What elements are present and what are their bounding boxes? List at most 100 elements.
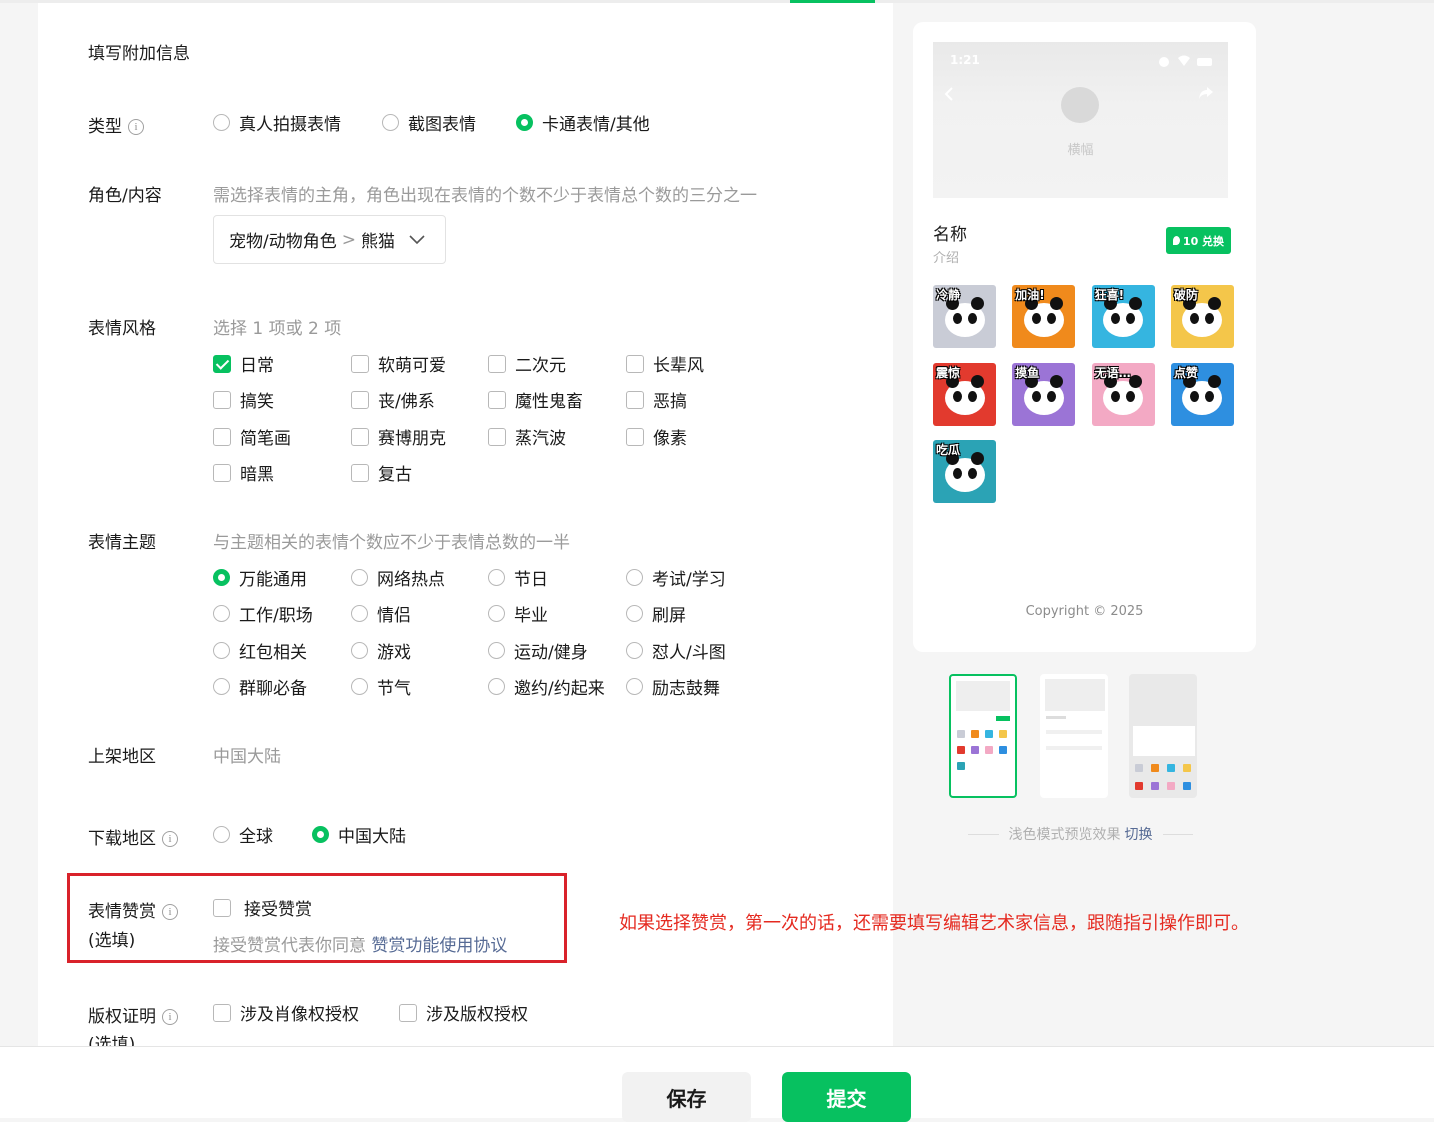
- sticker-label: 狂喜!: [1094, 288, 1125, 302]
- style-option[interactable]: 长辈风: [626, 351, 704, 376]
- theme-option[interactable]: 节气: [351, 674, 411, 699]
- thumb-light-mode[interactable]: [949, 674, 1017, 798]
- radio-icon: [488, 678, 505, 695]
- panda-icon: [1182, 297, 1223, 338]
- style-option[interactable]: 搞笑: [213, 387, 274, 412]
- type-option-screenshot[interactable]: 截图表情: [382, 110, 476, 135]
- share-icon: [1199, 87, 1213, 99]
- panda-eye: [1031, 390, 1041, 402]
- save-button[interactable]: 保存: [622, 1072, 751, 1122]
- thumb-sticker: [985, 746, 993, 754]
- theme-option[interactable]: 情侣: [351, 601, 411, 626]
- theme-option[interactable]: 节日: [488, 565, 548, 590]
- mode-switch-link[interactable]: 切换: [1125, 824, 1153, 844]
- chevron-right-icon: >: [341, 229, 356, 250]
- thumb-sticker: [957, 746, 965, 754]
- sticker-item[interactable]: 加油!: [1012, 285, 1076, 348]
- theme-option[interactable]: 游戏: [351, 638, 411, 663]
- theme-option[interactable]: 励志鼓舞: [626, 674, 720, 699]
- checkbox-icon: [626, 354, 644, 373]
- info-icon[interactable]: i: [162, 1009, 178, 1025]
- sticker-item[interactable]: 狂喜!: [1091, 285, 1155, 348]
- drop-icon: [1172, 236, 1180, 245]
- checkbox-icon: [351, 463, 369, 482]
- info-icon[interactable]: i: [128, 119, 144, 135]
- theme-option[interactable]: 群聊必备: [213, 674, 307, 699]
- style-option[interactable]: 暗黑: [213, 460, 274, 485]
- theme-option[interactable]: 毕业: [488, 601, 548, 626]
- checkbox-icon: [626, 427, 644, 446]
- radio-icon: [351, 605, 368, 622]
- sticker-item[interactable]: 摸鱼: [1012, 362, 1076, 426]
- copyright-portrait-checkbox[interactable]: 涉及肖像权授权: [213, 1000, 359, 1025]
- radio-icon: [626, 605, 643, 622]
- banner-placeholder-text: 横幅: [1067, 143, 1094, 158]
- theme-option[interactable]: 运动/健身: [488, 638, 588, 663]
- download-option-mainland[interactable]: 中国大陆: [312, 822, 406, 847]
- theme-option[interactable]: 怼人/斗图: [626, 638, 726, 663]
- theme-option[interactable]: 网络热点: [351, 565, 445, 590]
- sticker-item[interactable]: 破防: [1170, 285, 1234, 348]
- annotation-text: 如果选择赞赏，第一次的话，还需要填写编辑艺术家信息，跟随指引操作即可。: [619, 913, 1249, 934]
- style-option[interactable]: 蒸汽波: [488, 424, 566, 449]
- section-title: 填写附加信息: [88, 44, 190, 64]
- theme-option[interactable]: 万能通用: [213, 565, 307, 590]
- panda-icon: [1023, 374, 1064, 415]
- sticker-item[interactable]: 冷静: [933, 285, 996, 348]
- checkbox-icon: [488, 427, 506, 446]
- style-option[interactable]: 简笔画: [213, 424, 291, 449]
- sticker-label: 震惊: [936, 365, 961, 380]
- panda-eye: [1205, 313, 1215, 325]
- copyright-label: 版权证明 i: [88, 1002, 178, 1027]
- thumb-detail-mode[interactable]: [1040, 674, 1108, 798]
- style-option[interactable]: 赛博朋克: [351, 424, 446, 449]
- theme-option[interactable]: 工作/职场: [213, 601, 313, 626]
- divider: [1162, 833, 1193, 835]
- sticker-item[interactable]: 点赞: [1170, 362, 1234, 426]
- download-option-global[interactable]: 全球: [213, 822, 273, 847]
- copyright-license-checkbox[interactable]: 涉及版权授权: [399, 1000, 528, 1025]
- preview-banner: 1:21 横幅: [933, 42, 1228, 198]
- theme-option[interactable]: 红包相关: [213, 638, 307, 663]
- thumb-sticker: [1135, 764, 1143, 772]
- thumb-sticker: [971, 730, 979, 738]
- thumb-sticker: [1167, 782, 1175, 790]
- submit-button[interactable]: 提交: [782, 1072, 911, 1122]
- style-option[interactable]: 软萌可爱: [351, 351, 446, 376]
- redeem-badge[interactable]: 10 兑换: [1166, 227, 1231, 254]
- theme-label: 表情主题: [88, 533, 156, 553]
- info-icon[interactable]: i: [162, 831, 178, 847]
- role-select[interactable]: 宠物/动物角色 > 熊猫: [213, 215, 446, 264]
- sticker-item[interactable]: 吃瓜: [933, 440, 996, 503]
- theme-option[interactable]: 刷屏: [626, 601, 686, 626]
- type-option-real[interactable]: 真人拍摄表情: [213, 110, 341, 135]
- radio-icon: [213, 678, 230, 695]
- type-option-cartoon[interactable]: 卡通表情/其他: [516, 110, 650, 135]
- sticker-item[interactable]: 无语…: [1091, 362, 1155, 426]
- theme-option[interactable]: 考试/学习: [626, 565, 726, 590]
- thumb-sticker: [1151, 764, 1159, 772]
- theme-option[interactable]: 邀约/约起来: [488, 674, 605, 699]
- style-option[interactable]: 日常: [213, 351, 274, 376]
- style-option[interactable]: 二次元: [488, 351, 566, 376]
- thumb-badge: [996, 716, 1010, 721]
- style-option[interactable]: 魔性鬼畜: [488, 387, 583, 412]
- placeholder-face-icon: [1061, 87, 1099, 123]
- style-option[interactable]: 复古: [351, 460, 412, 485]
- panda-eye: [952, 468, 962, 480]
- thumb-sticker: [957, 762, 965, 770]
- style-hint: 选择 1 项或 2 项: [213, 319, 342, 339]
- radio-icon: [351, 569, 368, 586]
- thumb-chat-mode[interactable]: [1129, 674, 1197, 798]
- style-option[interactable]: 恶搞: [626, 387, 687, 412]
- highlight-box: [67, 873, 567, 963]
- panda-eye: [967, 390, 977, 402]
- sticker-item[interactable]: 震惊: [933, 362, 996, 426]
- checkbox-icon: [488, 354, 506, 373]
- style-option[interactable]: 像素: [626, 424, 687, 449]
- style-option[interactable]: 丧/佛系: [351, 387, 435, 412]
- thumb-line: [1046, 746, 1102, 750]
- panda-eye: [967, 313, 977, 325]
- sticker-label: 点赞: [1173, 365, 1198, 380]
- radio-icon: [488, 569, 505, 586]
